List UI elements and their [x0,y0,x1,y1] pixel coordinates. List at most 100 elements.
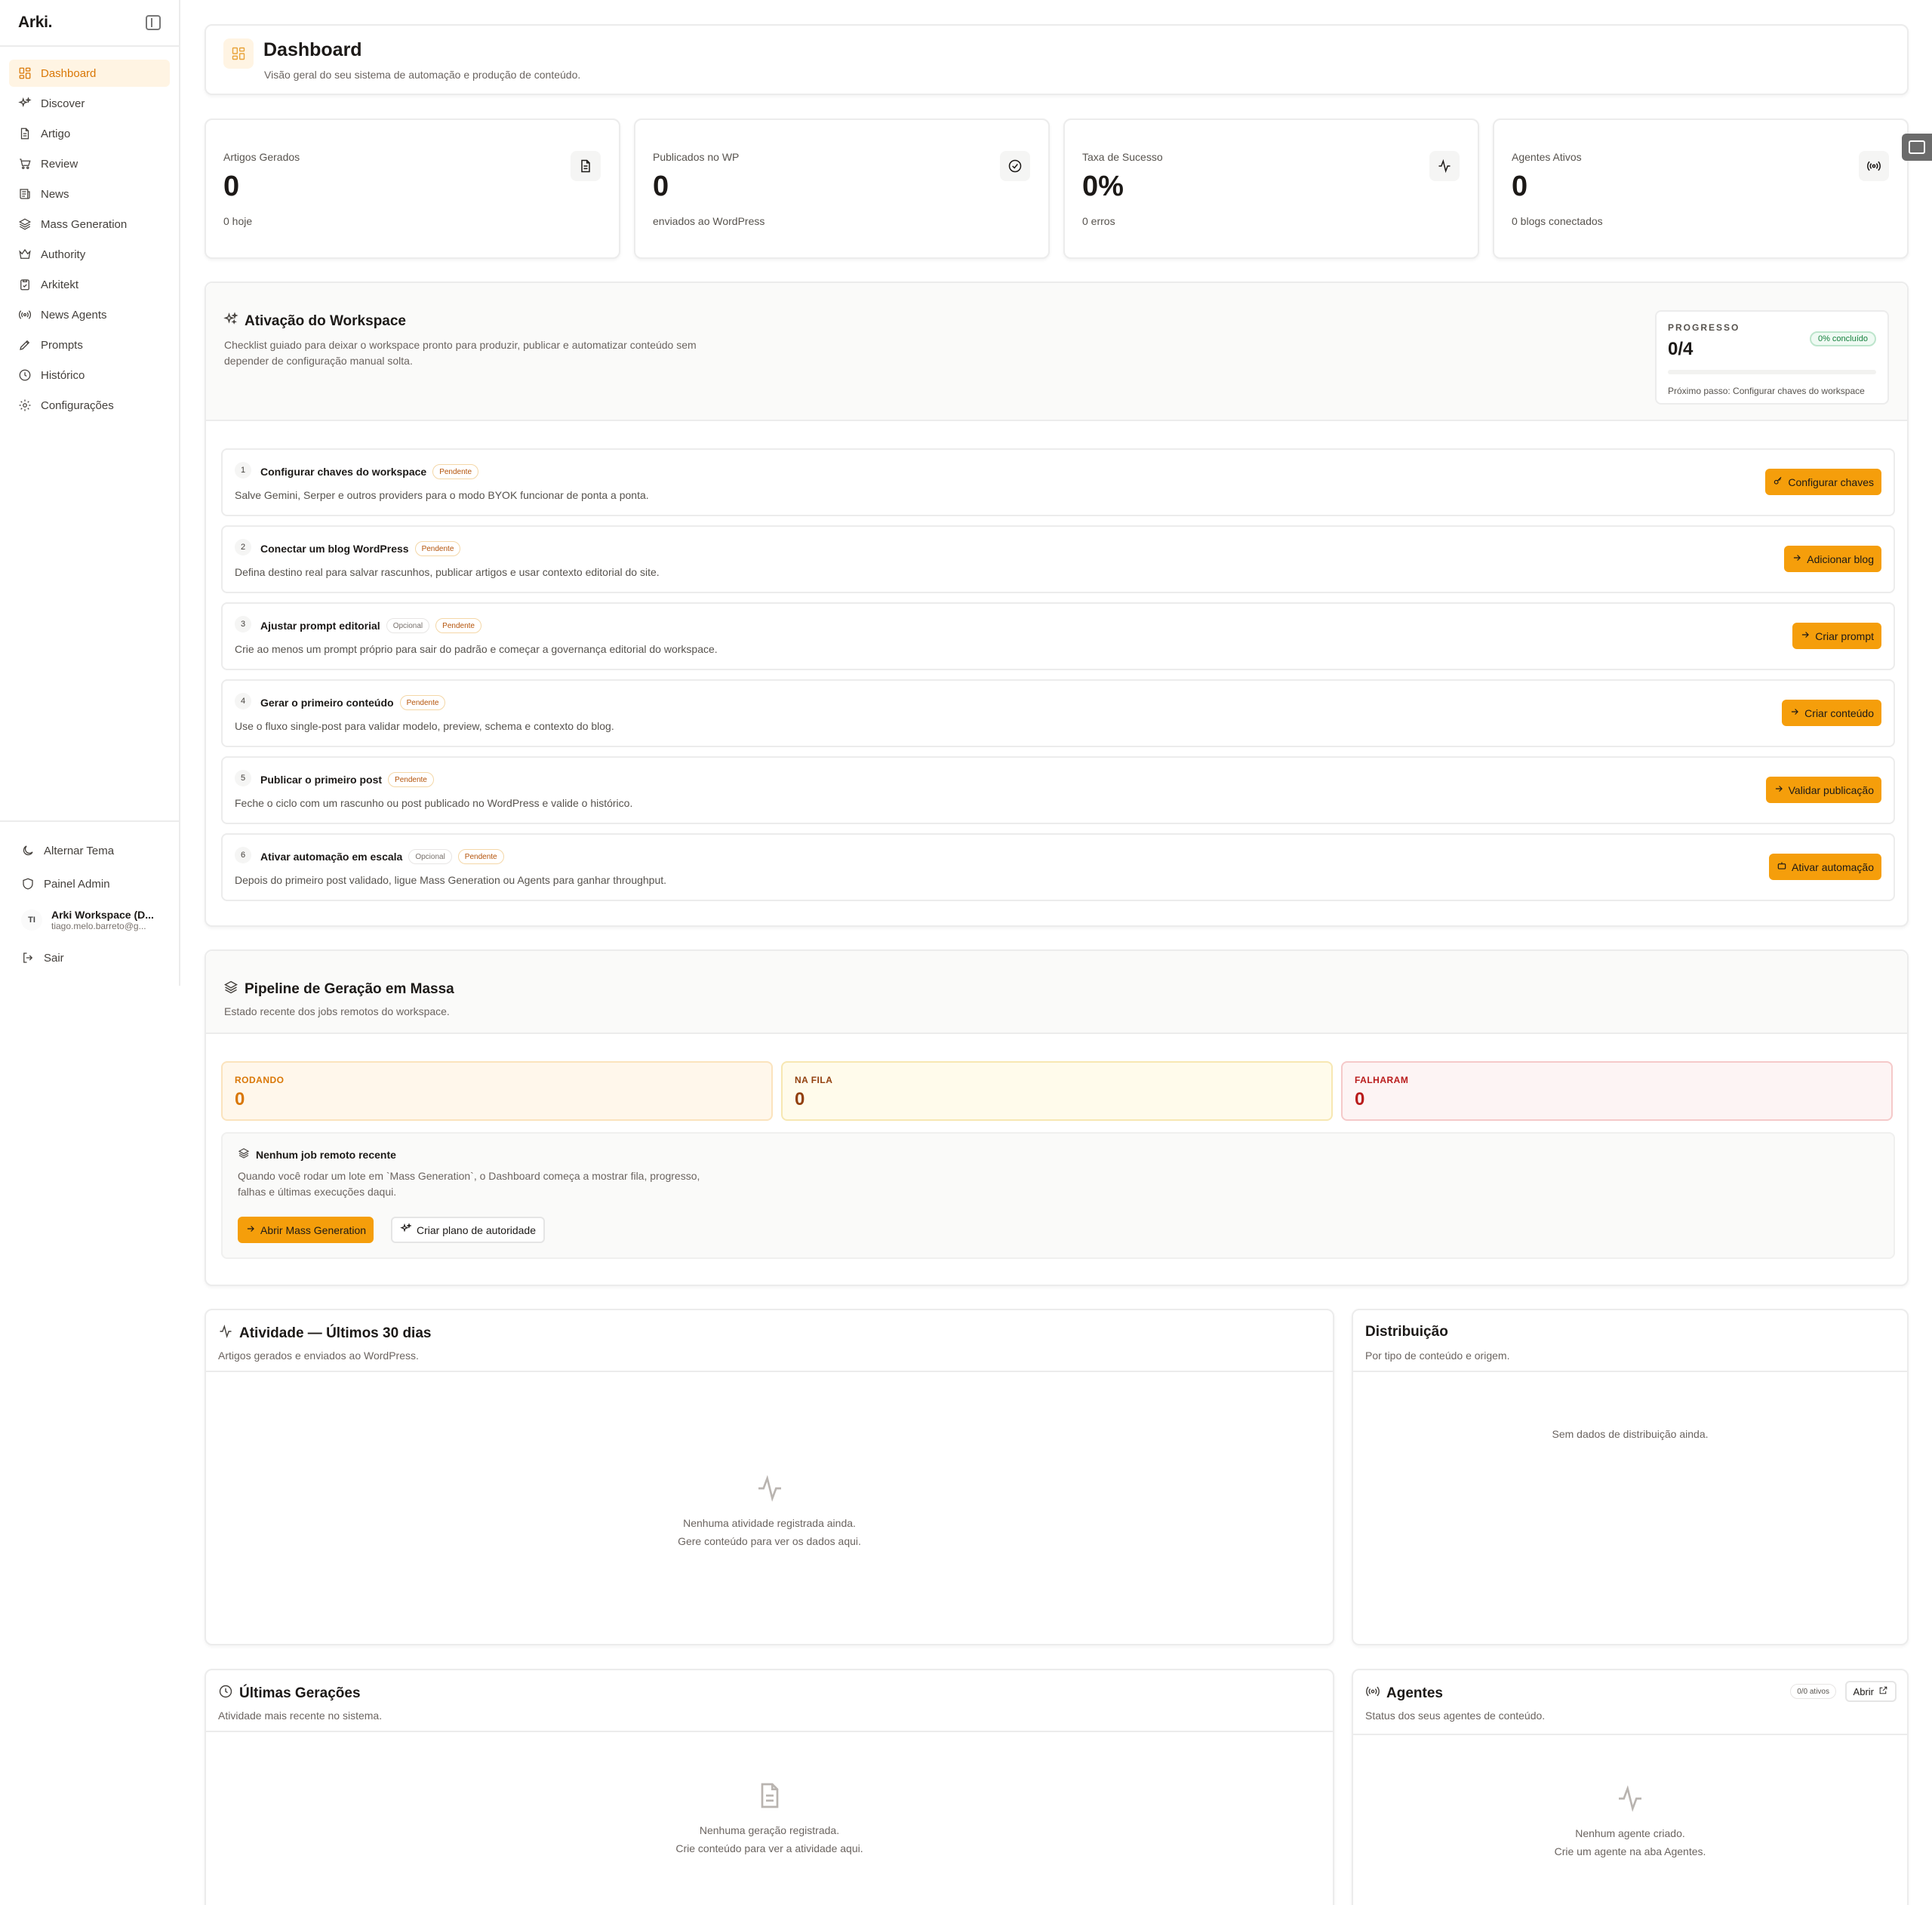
pipeline-title-text: Pipeline de Geração em Massa [245,981,454,997]
agents-empty-line2: Crie um agente na aba Agentes. [1554,1845,1706,1857]
empty-jobs-panel: Nenhum job remoto recente Quando você ro… [221,1132,1895,1259]
optional-badge: Opcional [408,849,452,864]
admin-panel-label: Painel Admin [44,877,110,891]
moon-icon [21,844,35,857]
step-action-label: Adicionar blog [1807,552,1874,565]
theme-toggle[interactable]: Alternar Tema [12,836,167,866]
page-header: Dashboard Visão geral do seu sistema de … [205,24,1909,95]
sidebar-item-mass-generation[interactable]: Mass Generation [9,211,170,238]
recent-generations-card: Últimas Gerações Atividade mais recente … [205,1669,1334,1905]
sidebar-item-arkitekt[interactable]: Arkitekt [9,271,170,298]
page-title: Dashboard [263,39,362,60]
sidebar-item-prompts[interactable]: Prompts [9,331,170,359]
sparkles-icon [400,1223,412,1237]
stat-subtext: 0 blogs conectados [1512,215,1603,227]
empty-jobs-description-line2: falhas e últimas execuções daqui. [238,1186,397,1198]
logout-label: Sair [44,951,64,965]
step-action-button[interactable]: Ativar automação [1769,854,1881,880]
activation-title-text: Ativação do Workspace [245,313,407,329]
progress-bar [1668,370,1876,374]
status-badge: Pendente [435,618,481,633]
status-badge: Pendente [457,849,504,864]
step-number: 2 [235,539,251,555]
agents-empty-state: Nenhum agente criado. Crie um agente na … [1353,1783,1907,1860]
document-icon [571,151,601,181]
floating-widget-button[interactable] [1902,134,1932,161]
pipeline-stat-value: 0 [235,1089,245,1109]
recent-header: Últimas Gerações Atividade mais recente … [206,1670,1333,1732]
step-action-button[interactable]: Criar conteúdo [1782,700,1881,726]
stat-label: Publicados no WP [653,151,740,163]
pipeline-stat-value: 0 [795,1089,805,1109]
theme-toggle-label: Alternar Tema [44,844,115,857]
activity-empty-line1: Nenhuma atividade registrada ainda. [683,1517,856,1529]
stat-value: 0% [1082,171,1124,202]
agents-open-button[interactable]: Abrir [1844,1681,1897,1702]
sidebar-item-label: News [41,187,69,201]
stat-card: Taxa de Sucesso 0% 0 erros [1063,118,1479,259]
status-badge: Pendente [388,772,434,787]
step-title: Ajustar prompt editorial Opcional Pendente [260,618,481,633]
agents-empty-line1: Nenhum agente criado. [1575,1827,1685,1839]
sidebar-item-news[interactable]: News [9,180,170,208]
sidebar-item-label: Mass Generation [41,217,128,231]
step-action-label: Validar publicação [1788,783,1874,796]
step-title: Conectar um blog WordPress Pendente [260,541,461,556]
logout-link[interactable]: Sair [12,943,167,973]
agents-title-text: Agentes [1386,1685,1443,1701]
activity-subtitle: Artigos gerados e enviados ao WordPress. [218,1350,419,1362]
stat-label: Taxa de Sucesso [1082,151,1163,163]
clock-icon [18,368,32,382]
sidebar-item-dashboard[interactable]: Dashboard [9,60,170,87]
step-number: 6 [235,847,251,863]
activation-title: Ativação do Workspace [223,312,406,331]
step-action-button[interactable]: Criar prompt [1792,623,1881,649]
user-email: tiago.melo.barreto@g... [51,921,146,931]
pipeline-stat-rodando: RODANDO 0 [221,1061,773,1121]
step-action-button[interactable]: Validar publicação [1765,777,1881,803]
sidebar-collapse-icon[interactable] [146,15,161,30]
sidebar: Arki. Dashboard Discover Artigo Review News M… [0,0,180,986]
stat-card: Agentes Ativos 0 0 blogs conectados [1493,118,1909,259]
layers-icon [223,980,238,999]
open-mass-generation-button[interactable]: Abrir Mass Generation [238,1217,374,1243]
create-authority-plan-button[interactable]: Criar plano de autoridade [391,1217,545,1243]
sidebar-item-news-agents[interactable]: News Agents [9,301,170,328]
step-number: 3 [235,616,251,632]
sparkles-icon [223,312,238,331]
activity-header: Atividade — Últimos 30 dias Artigos gera… [206,1310,1333,1372]
pipeline-stat-value: 0 [1355,1089,1365,1109]
activity-card: Atividade — Últimos 30 dias Artigos gera… [205,1309,1334,1645]
step-description: Use o fluxo single-post para validar mod… [235,720,614,732]
sidebar-item-artigo[interactable]: Artigo [9,120,170,147]
document-icon [18,127,32,140]
step-action-button[interactable]: Configurar chaves [1765,469,1881,495]
stat-subtext: 0 erros [1082,215,1115,227]
user-account[interactable]: TI Arki Workspace (D... tiago.melo.barre… [12,902,167,938]
step-title-text: Ajustar prompt editorial [260,620,380,632]
step-action-button[interactable]: Adicionar blog [1784,546,1881,572]
sidebar-item-hist-rico[interactable]: Histórico [9,362,170,389]
pipeline-subtitle: Estado recente dos jobs remotos do works… [224,1005,450,1017]
sidebar-item-authority[interactable]: Authority [9,241,170,268]
checklist-step: 2 Conectar um blog WordPress Pendente Defin… [221,525,1895,593]
sidebar-item-label: Dashboard [41,66,97,80]
arrow-right-icon [1789,706,1800,719]
step-title-text: Conectar um blog WordPress [260,543,409,555]
sidebar-item-label: Review [41,157,78,171]
sidebar-item-discover[interactable]: Discover [9,90,170,117]
sidebar-item-label: Discover [41,97,85,110]
sidebar-item-review[interactable]: Review [9,150,170,177]
step-title: Ativar automação em escala Opcional Penden… [260,849,504,864]
agents-header: Agentes Status dos seus agentes de conte… [1353,1670,1907,1735]
step-number: 5 [235,770,251,786]
crown-icon [18,248,32,261]
clipboard-icon [18,278,32,291]
newspaper-icon [18,187,32,201]
recent-title-text: Últimas Gerações [239,1685,361,1701]
admin-panel-link[interactable]: Painel Admin [12,869,167,899]
logout-icon [21,951,35,965]
stat-card: Artigos Gerados 0 0 hoje [205,118,620,259]
external-link-icon [1878,1685,1888,1697]
sidebar-item-configura-es[interactable]: Configurações [9,392,170,419]
